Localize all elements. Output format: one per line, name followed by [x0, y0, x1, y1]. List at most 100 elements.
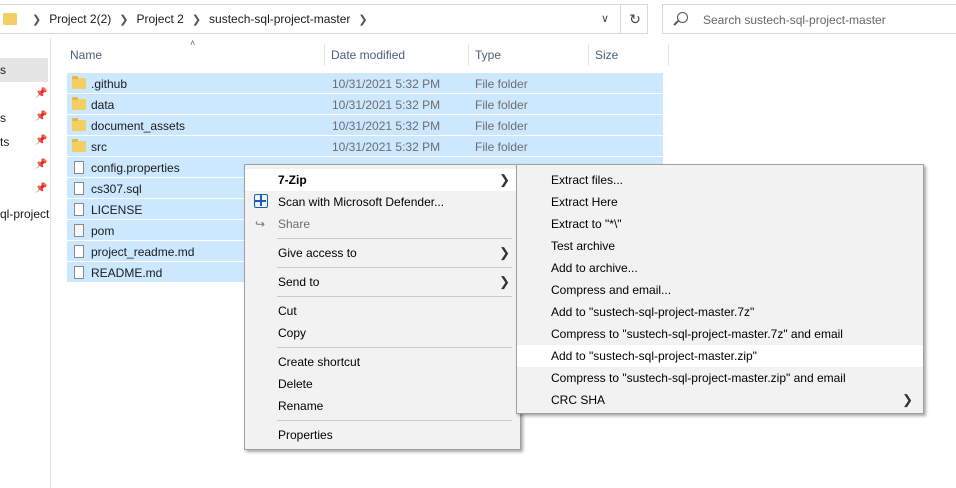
context-menu: 7-Zip ❯ Scan with Microsoft Defender... … [244, 164, 521, 450]
menu-separator [277, 420, 512, 421]
menu-item-compress-zip-email[interactable]: Compress to "sustech-sql-project-master.… [517, 367, 923, 389]
file-icon [74, 161, 84, 174]
menu-item-label: Send to [278, 275, 320, 289]
file-date: 10/31/2021 5:32 PM [332, 98, 441, 112]
nav-item[interactable]: ql-project [0, 207, 49, 221]
sort-ascending-icon: ˄ [190, 38, 196, 48]
address-bar[interactable]: ❯ Project 2(2) ❯ Project 2 ❯ sustech-sql… [0, 4, 648, 34]
menu-item-extract-files[interactable]: Extract files... [517, 169, 923, 191]
refresh-icon[interactable]: ↻ [620, 5, 649, 33]
chevron-right-icon[interactable]: ❯ [119, 13, 128, 26]
breadcrumb-item[interactable]: Project 2(2) [49, 12, 111, 26]
menu-item-create-shortcut[interactable]: Create shortcut [245, 351, 520, 373]
chevron-right-icon[interactable]: ❯ [358, 13, 367, 26]
column-divider[interactable] [324, 44, 325, 66]
menu-item-add-to-zip[interactable]: Add to "sustech-sql-project-master.zip" [517, 345, 923, 367]
pin-icon: 📌 [35, 111, 48, 122]
menu-item-extract-to[interactable]: Extract to "*\" [517, 213, 923, 235]
menu-item-defender[interactable]: Scan with Microsoft Defender... [245, 191, 520, 213]
breadcrumb: ❯ Project 2(2) ❯ Project 2 ❯ sustech-sql… [24, 12, 376, 26]
menu-item-label: Share [278, 217, 311, 231]
file-name: project_readme.md [91, 245, 195, 259]
file-type: File folder [475, 119, 528, 133]
chevron-right-icon[interactable]: ❯ [192, 13, 201, 26]
menu-item-add-to-archive[interactable]: Add to archive... [517, 257, 923, 279]
file-name: .github [91, 77, 128, 91]
file-date: 10/31/2021 5:32 PM [332, 140, 441, 154]
menu-item-label: Extract files... [551, 173, 624, 187]
folder-icon [72, 118, 86, 131]
menu-item-label: Compress and email... [551, 283, 672, 297]
menu-item-give-access[interactable]: Give access to ❯ [245, 242, 520, 264]
column-header-date[interactable]: Date modified [331, 48, 405, 70]
menu-item-send-to[interactable]: Send to ❯ [245, 271, 520, 293]
nav-selected-item[interactable] [0, 58, 48, 82]
menu-item-label: Extract Here [551, 195, 618, 209]
chevron-right-icon: ❯ [499, 245, 510, 260]
file-name: document_assets [91, 119, 186, 133]
file-type: File folder [475, 77, 528, 91]
menu-item-copy[interactable]: Copy [245, 322, 520, 344]
menu-item-extract-here[interactable]: Extract Here [517, 191, 923, 213]
column-divider[interactable] [468, 44, 469, 66]
menu-item-compress-7z-email[interactable]: Compress to "sustech-sql-project-master.… [517, 323, 923, 345]
file-icon [74, 245, 84, 258]
menu-item-label: Scan with Microsoft Defender... [278, 195, 445, 209]
file-name: README.md [91, 266, 163, 280]
pin-icon: 📌 [35, 88, 48, 99]
breadcrumb-item[interactable]: Project 2 [136, 12, 183, 26]
column-header-size[interactable]: Size [595, 48, 618, 70]
chevron-right-icon: ❯ [902, 392, 913, 407]
column-divider[interactable] [588, 44, 589, 66]
menu-item-label: Compress to "sustech-sql-project-master.… [551, 327, 843, 341]
nav-item[interactable]: ts [0, 135, 9, 149]
menu-item-share[interactable]: ↪ Share [245, 213, 520, 235]
menu-item-crc-sha[interactable]: CRC SHA ❯ [517, 389, 923, 411]
menu-item-label: Copy [278, 326, 307, 340]
folder-icon [72, 97, 86, 110]
file-name: cs307.sql [91, 182, 142, 196]
menu-item-delete[interactable]: Delete [245, 373, 520, 395]
menu-item-label: Create shortcut [278, 355, 361, 369]
file-name: config.properties [91, 161, 180, 175]
nav-item[interactable]: s [0, 111, 6, 125]
chevron-right-icon[interactable]: ❯ [32, 13, 41, 26]
menu-separator [277, 296, 512, 297]
folder-icon [72, 76, 86, 89]
menu-item-label: Test archive [551, 239, 616, 253]
7zip-submenu: Extract files... Extract Here Extract to… [516, 164, 924, 414]
pin-icon: 📌 [35, 183, 48, 194]
menu-item-label: Add to "sustech-sql-project-master.zip" [551, 349, 757, 363]
menu-item-rename[interactable]: Rename [245, 395, 520, 417]
search-input[interactable]: Search sustech-sql-project-master [662, 4, 956, 34]
menu-separator [277, 347, 512, 348]
menu-item-label: Add to archive... [551, 261, 638, 275]
menu-item-label: Add to "sustech-sql-project-master.7z" [551, 305, 755, 319]
column-divider[interactable] [668, 44, 669, 66]
column-header-name[interactable]: Name [70, 48, 102, 70]
menu-item-label: 7-Zip [278, 173, 307, 187]
menu-item-cut[interactable]: Cut [245, 300, 520, 322]
chevron-down-icon[interactable]: ∨ [594, 12, 616, 28]
column-header-type[interactable]: Type [475, 48, 501, 70]
file-icon [74, 203, 84, 216]
menu-item-label: Delete [278, 377, 313, 391]
menu-item-7zip[interactable]: 7-Zip ❯ [245, 169, 520, 191]
menu-item-test-archive[interactable]: Test archive [517, 235, 923, 257]
search-icon [677, 12, 688, 23]
navigation-pane: s 📌 s 📌 ts 📌 📌 📌 ql-project [0, 38, 51, 488]
menu-item-add-to-7z[interactable]: Add to "sustech-sql-project-master.7z" [517, 301, 923, 323]
nav-item[interactable]: s [0, 63, 6, 77]
menu-item-compress-email[interactable]: Compress and email... [517, 279, 923, 301]
file-name: pom [91, 224, 115, 238]
chevron-right-icon: ❯ [499, 274, 510, 289]
folder-icon [3, 13, 17, 25]
share-icon: ↪ [255, 217, 266, 231]
file-name: LICENSE [91, 203, 143, 217]
menu-item-properties[interactable]: Properties [245, 424, 520, 446]
breadcrumb-item[interactable]: sustech-sql-project-master [209, 12, 350, 26]
file-date: 10/31/2021 5:32 PM [332, 77, 441, 91]
file-icon [74, 266, 84, 279]
menu-item-label: CRC SHA [551, 393, 606, 407]
pin-icon: 📌 [35, 159, 48, 170]
